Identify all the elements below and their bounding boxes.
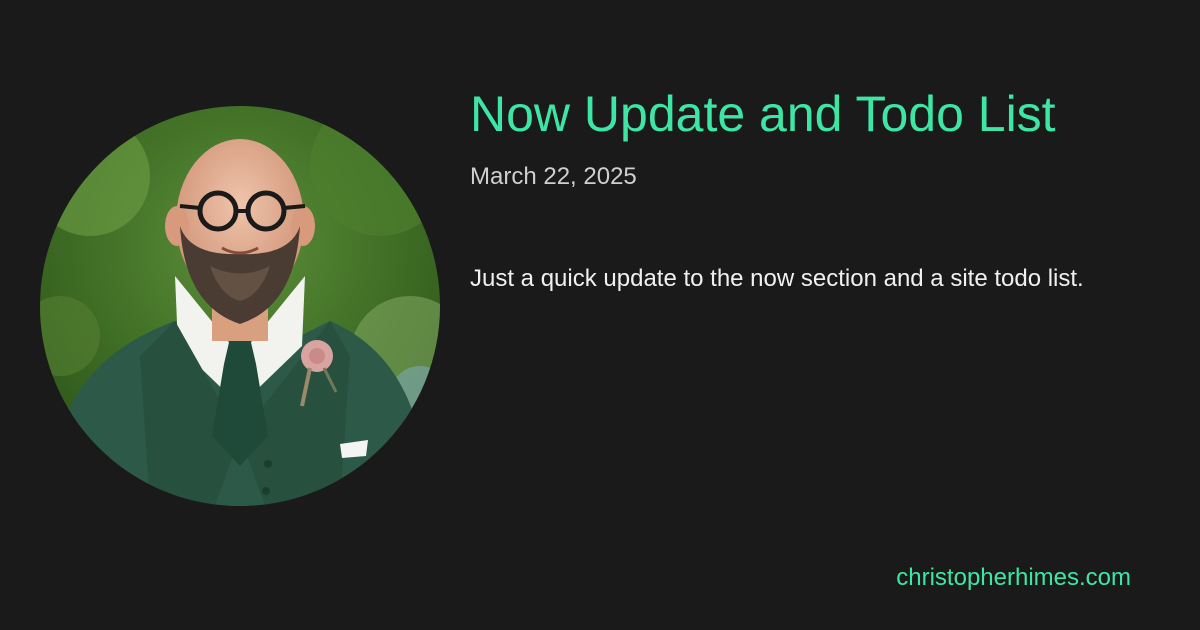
og-card: Now Update and Todo List March 22, 2025 … (0, 0, 1200, 630)
post-date: March 22, 2025 (470, 163, 637, 190)
post-description: Just a quick update to the now section a… (470, 265, 1084, 292)
author-avatar (40, 106, 440, 506)
site-domain: christopherhimes.com (896, 564, 1131, 591)
author-photo-icon (40, 106, 440, 506)
post-title: Now Update and Todo List (470, 86, 1056, 142)
